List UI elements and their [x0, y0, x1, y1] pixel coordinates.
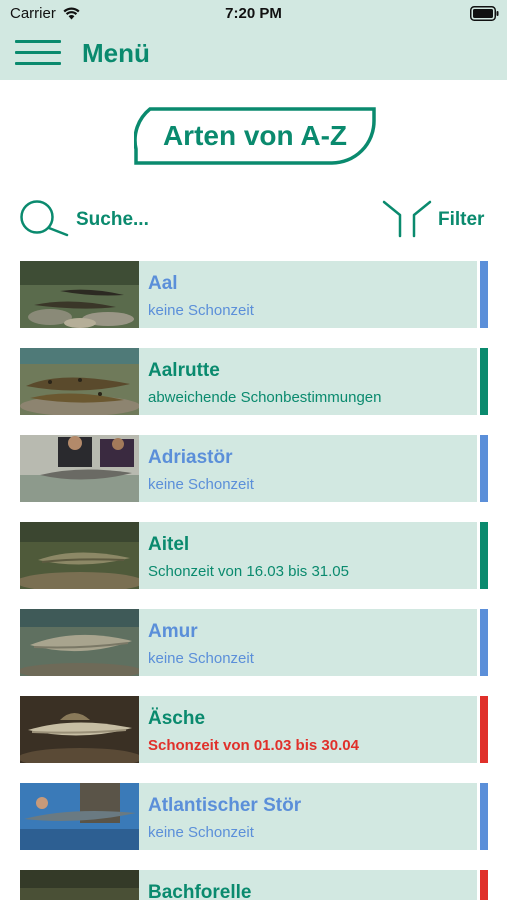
species-name: Adriastör — [148, 447, 233, 468]
fish-photo — [20, 696, 139, 763]
list-item[interactable]: Bachforelle — [20, 870, 488, 900]
status-bar: Carrier 7:20 PM — [0, 0, 507, 28]
nav-bar: Menü — [0, 30, 507, 76]
closed-season: Schonzeit von 01.03 bis 30.04 — [148, 737, 359, 754]
search-button[interactable]: Suche... — [19, 200, 189, 238]
species-name: Aitel — [148, 534, 190, 555]
status-bar-red — [480, 870, 488, 900]
filter-icon — [382, 200, 432, 238]
closed-season: keine Schonzeit — [148, 476, 254, 493]
battery-icon — [470, 6, 499, 21]
status-bar-blue — [480, 435, 488, 502]
fish-photo — [20, 609, 139, 676]
search-icon — [20, 200, 69, 237]
list-item[interactable]: Amur keine Schonzeit — [20, 609, 488, 676]
fish-photo — [20, 261, 139, 328]
closed-season: keine Schonzeit — [148, 824, 254, 841]
menu-title[interactable]: Menü — [82, 38, 150, 69]
closed-season: abweichende Schonbestimmungen — [148, 389, 382, 406]
species-name: Bachforelle — [148, 882, 252, 900]
closed-season: Schonzeit von 16.03 bis 31.05 — [148, 563, 349, 580]
search-label: Suche... — [76, 209, 149, 230]
hamburger-icon[interactable] — [15, 40, 61, 66]
list-item[interactable]: Aalrutte abweichende Schonbestimmungen — [20, 348, 488, 415]
filter-label: Filter — [438, 209, 485, 230]
status-bar-blue — [480, 609, 488, 676]
species-name: Äsche — [148, 708, 206, 729]
page-title: Arten von A-Z — [162, 120, 348, 151]
filter-button[interactable]: Filter — [381, 200, 491, 238]
species-name: Atlantischer Stör — [148, 795, 302, 816]
fish-photo — [20, 522, 139, 589]
fish-photo — [20, 870, 139, 900]
closed-season: keine Schonzeit — [148, 302, 254, 319]
fish-photo — [20, 348, 139, 415]
page-title-badge: Arten von A-Z — [134, 107, 376, 165]
fish-photo — [20, 435, 139, 502]
status-bar-red — [480, 696, 488, 763]
status-bar-green — [480, 348, 488, 415]
top-bar: Carrier 7:20 PM Menü — [0, 0, 507, 80]
status-time: 7:20 PM — [225, 5, 282, 22]
list-item[interactable]: Aitel Schonzeit von 16.03 bis 31.05 — [20, 522, 488, 589]
list-item[interactable]: Atlantischer Stör keine Schonzeit — [20, 783, 488, 850]
species-name: Aalrutte — [148, 360, 220, 381]
species-name: Amur — [148, 621, 198, 642]
species-name: Aal — [148, 273, 178, 294]
status-bar-blue — [480, 783, 488, 850]
list-item[interactable]: Adriastör keine Schonzeit — [20, 435, 488, 502]
status-bar-blue — [480, 261, 488, 328]
list-item[interactable]: Äsche Schonzeit von 01.03 bis 30.04 — [20, 696, 488, 763]
closed-season: keine Schonzeit — [148, 650, 254, 667]
list-item[interactable]: Aal keine Schonzeit — [20, 261, 488, 328]
status-bar-green — [480, 522, 488, 589]
fish-photo — [20, 783, 139, 850]
